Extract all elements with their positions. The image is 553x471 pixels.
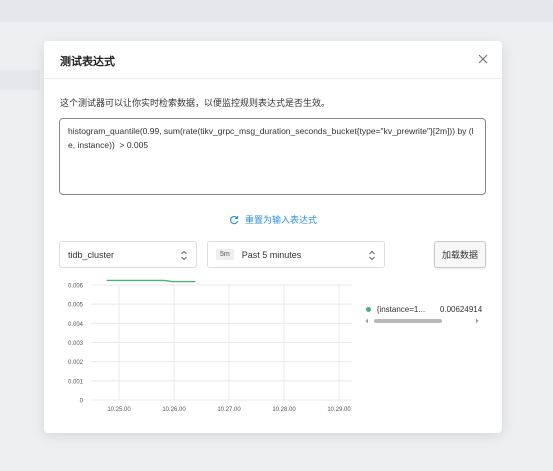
time-range-value: Past 5 minutes <box>241 249 302 260</box>
legend-scrollbar[interactable] <box>364 317 482 325</box>
metrics-line-chart: 0 0.001 0.002 0.003 0.004 0.005 0.006 10.25.00 1… <box>68 279 352 413</box>
y-tick-label: 0.005 <box>68 303 84 309</box>
scroll-thumb <box>374 319 442 323</box>
backdrop-block <box>0 0 553 22</box>
backdrop-block <box>0 70 40 90</box>
time-range-select[interactable]: 5m Past 5 minutes <box>207 241 385 268</box>
x-tick-label: 10.26.00 <box>162 407 186 413</box>
legend-series-name: {instance=1... <box>376 304 426 314</box>
legend-item[interactable]: {instance=1... 0.00624914 <box>364 303 482 315</box>
legend-series-value: 0.00624914 <box>439 304 482 314</box>
chart-legend: {instance=1... 0.00624914 <box>364 303 482 325</box>
expression-textarea[interactable]: histogram_quantile(0.99, sum(rate(tikv_g… <box>59 118 486 195</box>
refresh-icon <box>229 215 239 224</box>
y-tick-label: 0.006 <box>68 284 84 290</box>
modal-title: 测试表达式 <box>60 56 115 68</box>
cluster-select-value: tidb_cluster <box>68 249 115 260</box>
time-range-tag: 5m <box>216 249 234 260</box>
select-arrows-icon <box>369 250 375 261</box>
reset-expression-label: 重置为输入表达式 <box>245 215 318 225</box>
load-data-button[interactable]: 加载数据 <box>434 241 486 268</box>
scroll-right-icon <box>476 318 479 324</box>
y-tick-label: 0.003 <box>68 341 84 347</box>
legend-color-dot <box>366 306 371 312</box>
y-tick-label: 0.001 <box>68 379 84 385</box>
series-line <box>106 279 196 283</box>
y-tick-label: 0.002 <box>68 360 84 366</box>
close-icon[interactable] <box>476 52 490 66</box>
modal-header: 测试表达式 <box>44 41 502 79</box>
x-tick-label: 10.29.00 <box>327 407 351 413</box>
modal-description: 这个测试器可以让你实时检索数据，以便监控规则表达式是否生效。 <box>60 98 331 108</box>
cluster-select[interactable]: tidb_cluster <box>59 241 197 268</box>
y-tick-label: 0 <box>80 399 84 405</box>
x-tick-label: 10.25.00 <box>107 407 131 413</box>
test-expression-modal: 测试表达式 这个测试器可以让你实时检索数据，以便监控规则表达式是否生效。 his… <box>44 41 502 433</box>
select-arrows-icon <box>181 250 187 261</box>
reset-expression-link[interactable]: 重置为输入表达式 <box>229 213 317 226</box>
scroll-left-icon <box>365 318 368 324</box>
x-tick-label: 10.28.00 <box>272 407 296 413</box>
x-tick-label: 10.27.00 <box>217 407 241 413</box>
y-tick-label: 0.004 <box>68 322 84 328</box>
